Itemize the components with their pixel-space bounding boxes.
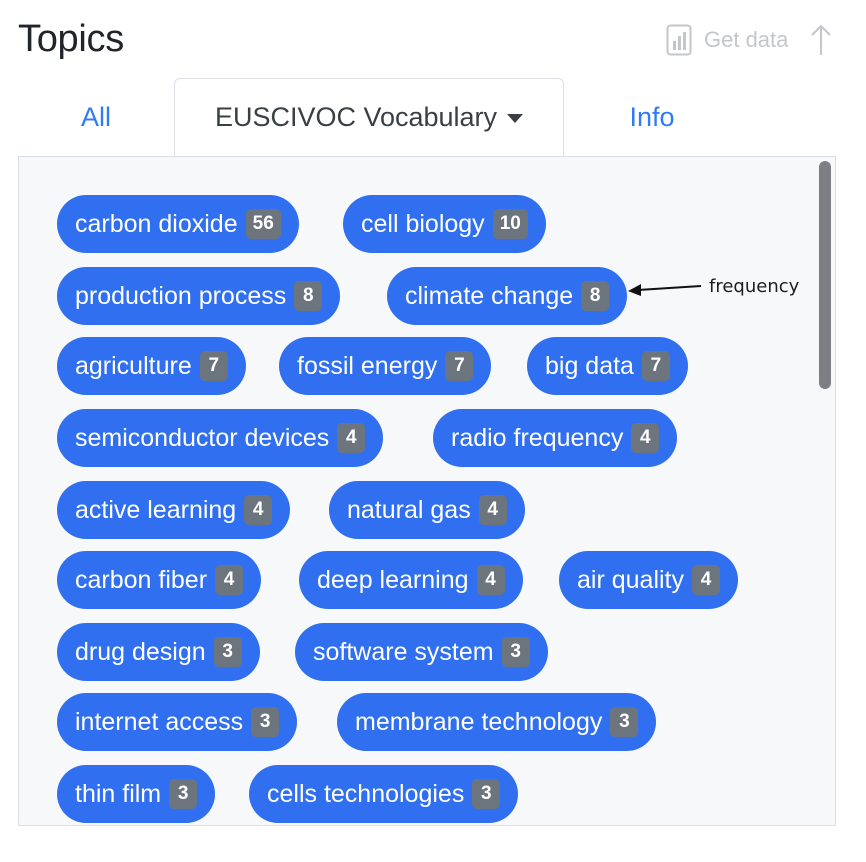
tab-info[interactable]: Info bbox=[610, 78, 694, 156]
topics-panel: carbon dioxide 56 cell biology 10 production… bbox=[18, 156, 836, 826]
topic-tag[interactable]: radio frequency 4 bbox=[433, 409, 678, 467]
topic-label: cells technologies bbox=[267, 779, 465, 808]
topic-label: radio frequency bbox=[451, 423, 624, 452]
page-title: Topics bbox=[18, 18, 124, 60]
topic-label: production process bbox=[75, 281, 287, 310]
frequency-badge: 8 bbox=[581, 281, 610, 311]
frequency-badge: 4 bbox=[476, 565, 505, 595]
topic-label: fossil energy bbox=[297, 351, 438, 380]
tab-vocabulary-label: EUSCIVOC Vocabulary bbox=[214, 102, 498, 132]
get-data-button[interactable]: Get data bbox=[666, 22, 832, 58]
topic-tag[interactable]: big data 7 bbox=[527, 337, 688, 395]
topic-tag[interactable]: natural gas 4 bbox=[329, 481, 525, 539]
frequency-badge: 4 bbox=[692, 565, 720, 595]
topic-tag[interactable]: production process 8 bbox=[57, 267, 341, 325]
topic-label: carbon fiber bbox=[75, 565, 208, 594]
frequency-badge: 7 bbox=[641, 351, 670, 381]
frequency-badge: 4 bbox=[215, 565, 244, 595]
tab-all-label: All bbox=[80, 101, 111, 132]
frequency-badge: 56 bbox=[245, 209, 281, 239]
tab-bar: All EUSCIVOC Vocabulary Info bbox=[18, 78, 836, 156]
topic-tag[interactable]: air quality 4 bbox=[559, 551, 738, 609]
arrow-up-icon[interactable] bbox=[810, 23, 832, 57]
topic-tag[interactable]: carbon fiber 4 bbox=[57, 551, 262, 609]
topic-tag[interactable]: software system 3 bbox=[295, 623, 548, 681]
frequency-badge: 10 bbox=[492, 209, 528, 239]
topic-label: active learning bbox=[75, 495, 237, 524]
frequency-badge: 4 bbox=[244, 495, 273, 525]
frequency-badge: 3 bbox=[472, 779, 501, 809]
topic-label: climate change bbox=[405, 281, 574, 310]
topic-tag[interactable]: fossil energy 7 bbox=[279, 337, 492, 395]
topic-tag[interactable]: cell biology 10 bbox=[343, 195, 546, 253]
topic-label: big data bbox=[545, 351, 634, 380]
topic-label: cell biology bbox=[361, 209, 485, 238]
frequency-badge: 4 bbox=[478, 495, 507, 525]
topic-label: deep learning bbox=[317, 565, 469, 594]
frequency-badge: 7 bbox=[199, 351, 228, 381]
topic-tag[interactable]: thin film 3 bbox=[57, 765, 216, 823]
topic-label: air quality bbox=[577, 565, 684, 594]
topic-tag[interactable]: drug design 3 bbox=[57, 623, 260, 681]
frequency-annotation: frequency bbox=[709, 276, 800, 297]
annotation-arrow-icon bbox=[628, 284, 702, 296]
topics-widget: Topics Get data All EUSCIVOC Vocabulary … bbox=[0, 0, 866, 862]
frequency-badge: 3 bbox=[169, 779, 198, 809]
topic-tag[interactable]: semiconductor devices 4 bbox=[57, 409, 384, 467]
tab-info-label: Info bbox=[629, 101, 675, 132]
frequency-badge: 4 bbox=[337, 423, 366, 453]
tab-all[interactable]: All bbox=[58, 78, 134, 156]
topic-label: membrane technology bbox=[355, 707, 603, 736]
topic-label: agriculture bbox=[75, 351, 192, 380]
topic-label: semiconductor devices bbox=[75, 423, 330, 452]
frequency-badge: 3 bbox=[251, 707, 280, 737]
frequency-badge: 3 bbox=[501, 637, 530, 667]
topic-tag[interactable]: agriculture 7 bbox=[57, 337, 246, 395]
frequency-badge: 8 bbox=[294, 281, 323, 311]
topic-label: natural gas bbox=[347, 495, 471, 524]
topic-label: thin film bbox=[75, 779, 162, 808]
topic-label: carbon dioxide bbox=[75, 209, 238, 238]
frequency-badge: 3 bbox=[610, 707, 639, 737]
topic-tag[interactable]: active learning 4 bbox=[57, 481, 291, 539]
topic-tag[interactable]: climate change 8 bbox=[387, 267, 628, 325]
topic-label: internet access bbox=[75, 707, 244, 736]
get-data-label: Get data bbox=[704, 27, 789, 52]
frequency-badge: 4 bbox=[631, 423, 660, 453]
bar-chart-icon bbox=[666, 24, 692, 56]
topic-tag[interactable]: carbon dioxide 56 bbox=[57, 195, 299, 253]
topic-tag[interactable]: cells technologies 3 bbox=[249, 765, 519, 823]
scrollbar[interactable] bbox=[819, 161, 831, 389]
frequency-badge: 7 bbox=[445, 351, 474, 381]
topic-tag[interactable]: internet access 3 bbox=[57, 693, 298, 751]
tab-euscivoc-vocabulary[interactable]: EUSCIVOC Vocabulary bbox=[174, 78, 564, 156]
topic-label: drug design bbox=[75, 637, 206, 666]
frequency-badge: 3 bbox=[213, 637, 242, 667]
topic-label: software system bbox=[313, 637, 494, 666]
topic-tag[interactable]: membrane technology 3 bbox=[337, 693, 657, 751]
caret-down-icon bbox=[507, 114, 524, 123]
topic-tag[interactable]: deep learning 4 bbox=[299, 551, 523, 609]
